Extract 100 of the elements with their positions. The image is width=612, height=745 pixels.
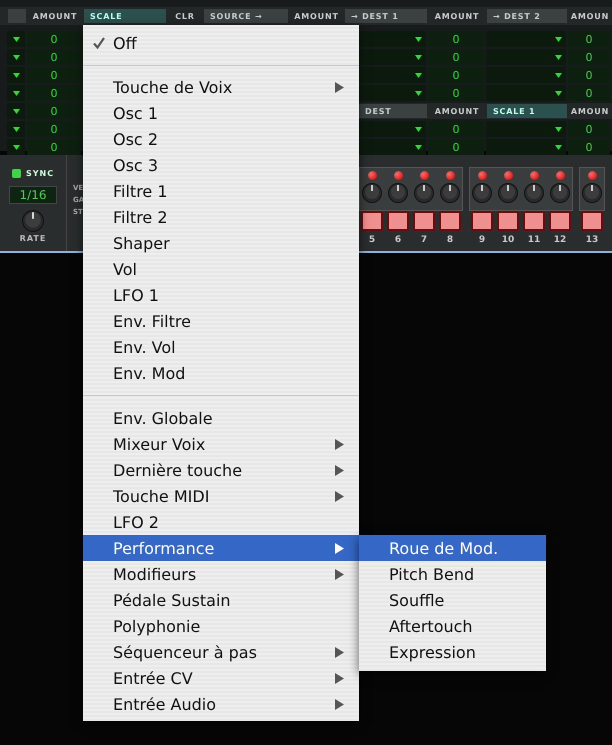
menu-item[interactable]: Env. Filtre [83, 308, 359, 334]
dropdown-field[interactable] [486, 139, 566, 155]
column-header[interactable]: DEST [359, 104, 427, 118]
dropdown-arrow-icon[interactable] [415, 36, 422, 42]
menu-item[interactable]: Osc 1 [83, 100, 359, 126]
dropdown-arrow-icon[interactable] [12, 36, 20, 42]
dropdown-field[interactable] [7, 49, 25, 65]
dropdown-field[interactable] [7, 121, 25, 137]
dropdown-field[interactable] [486, 49, 566, 65]
step-knob[interactable] [550, 183, 570, 203]
dropdown-field[interactable] [486, 31, 566, 47]
menu-item[interactable]: Osc 3 [83, 152, 359, 178]
menu-item[interactable]: Osc 2 [83, 126, 359, 152]
step-knob[interactable] [524, 183, 544, 203]
dropdown-arrow-icon[interactable] [12, 126, 20, 132]
menu-item[interactable]: Env. Vol [83, 334, 359, 360]
menu-item[interactable]: Modifieurs [83, 561, 359, 587]
dropdown-field[interactable] [358, 31, 426, 47]
menu-item[interactable]: Env. Globale [83, 405, 359, 431]
amount-field[interactable]: 0 [27, 67, 81, 83]
amount-field[interactable]: 0 [428, 67, 484, 83]
menu-item[interactable]: Pédale Sustain [83, 587, 359, 613]
amount-field[interactable]: 0 [428, 139, 484, 155]
dropdown-arrow-icon[interactable] [555, 90, 562, 96]
step-pad[interactable] [581, 211, 603, 231]
step-knob[interactable] [582, 183, 602, 203]
amount-field[interactable]: 0 [568, 139, 610, 155]
step-pad[interactable] [471, 211, 493, 231]
menu-item[interactable]: Expression [359, 639, 546, 665]
menu-item[interactable]: Dernière touche [83, 457, 359, 483]
menu-item[interactable]: Mixeur Voix [83, 431, 359, 457]
menu-item[interactable]: Pitch Bend [359, 561, 546, 587]
step-knob[interactable] [388, 183, 408, 203]
dropdown-field[interactable] [7, 31, 25, 47]
column-header[interactable]: → DEST 2 [487, 9, 567, 23]
column-header[interactable]: SOURCE → [204, 9, 288, 23]
dropdown-arrow-icon[interactable] [12, 108, 20, 114]
column-header[interactable]: SCALE [84, 9, 166, 23]
dropdown-arrow-icon[interactable] [555, 36, 562, 42]
dropdown-arrow-icon[interactable] [555, 54, 562, 60]
amount-field[interactable]: 0 [27, 85, 81, 101]
step-pad[interactable] [413, 211, 435, 231]
menu-item[interactable]: Roue de Mod. [359, 535, 546, 561]
menu-item[interactable]: Entrée Audio [83, 691, 359, 717]
dropdown-arrow-icon[interactable] [12, 72, 20, 78]
menu-item[interactable]: Shaper [83, 230, 359, 256]
dropdown-arrow-icon[interactable] [415, 54, 422, 60]
menu-item[interactable]: Performance [83, 535, 359, 561]
amount-field[interactable]: 0 [27, 139, 81, 155]
amount-field[interactable]: 0 [27, 31, 81, 47]
amount-field[interactable]: 0 [568, 67, 610, 83]
menu-item[interactable]: Souffle [359, 587, 546, 613]
dropdown-field[interactable] [7, 85, 25, 101]
amount-field[interactable]: 0 [568, 31, 610, 47]
dropdown-field[interactable] [358, 49, 426, 65]
dropdown-arrow-icon[interactable] [12, 144, 20, 150]
amount-field[interactable]: 0 [568, 49, 610, 65]
amount-field[interactable]: 0 [428, 85, 484, 101]
dropdown-arrow-icon[interactable] [555, 126, 562, 132]
step-pad[interactable] [549, 211, 571, 231]
menu-item[interactable]: Filtre 2 [83, 204, 359, 230]
step-knob[interactable] [498, 183, 518, 203]
column-header[interactable]: → DEST 1 [345, 9, 427, 23]
menu-item[interactable]: LFO 1 [83, 282, 359, 308]
step-knob[interactable] [472, 183, 492, 203]
dropdown-arrow-icon[interactable] [555, 144, 562, 150]
step-pad[interactable] [523, 211, 545, 231]
column-header[interactable]: SCALE 1 [487, 104, 567, 118]
menu-item[interactable]: Filtre 1 [83, 178, 359, 204]
dropdown-arrow-icon[interactable] [415, 90, 422, 96]
dropdown-field[interactable] [486, 121, 566, 137]
dropdown-field[interactable] [358, 85, 426, 101]
dropdown-field[interactable] [358, 67, 426, 83]
dropdown-arrow-icon[interactable] [415, 72, 422, 78]
dropdown-field[interactable] [7, 103, 25, 119]
step-pad[interactable] [439, 211, 461, 231]
dropdown-field[interactable] [486, 85, 566, 101]
dropdown-arrow-icon[interactable] [12, 90, 20, 96]
dropdown-field[interactable] [358, 139, 426, 155]
menu-item[interactable]: Polyphonie [83, 613, 359, 639]
menu-item[interactable]: Env. Mod [83, 360, 359, 386]
menu-item[interactable]: Aftertouch [359, 613, 546, 639]
menu-item[interactable]: Entrée CV [83, 665, 359, 691]
step-pad[interactable] [361, 211, 383, 231]
step-pad[interactable] [387, 211, 409, 231]
amount-field[interactable]: 0 [428, 49, 484, 65]
step-knob[interactable] [362, 183, 382, 203]
menu-item[interactable]: Touche MIDI [83, 483, 359, 509]
step-pad[interactable] [497, 211, 519, 231]
step-knob[interactable] [440, 183, 460, 203]
rate-knob[interactable] [22, 210, 44, 232]
amount-field[interactable]: 0 [27, 103, 81, 119]
amount-field[interactable]: 0 [27, 49, 81, 65]
step-knob[interactable] [414, 183, 434, 203]
dropdown-field[interactable] [358, 121, 426, 137]
menu-item[interactable]: Vol [83, 256, 359, 282]
sync-led[interactable] [12, 169, 21, 178]
dropdown-arrow-icon[interactable] [415, 126, 422, 132]
amount-field[interactable]: 0 [27, 121, 81, 137]
amount-field[interactable]: 0 [568, 121, 610, 137]
